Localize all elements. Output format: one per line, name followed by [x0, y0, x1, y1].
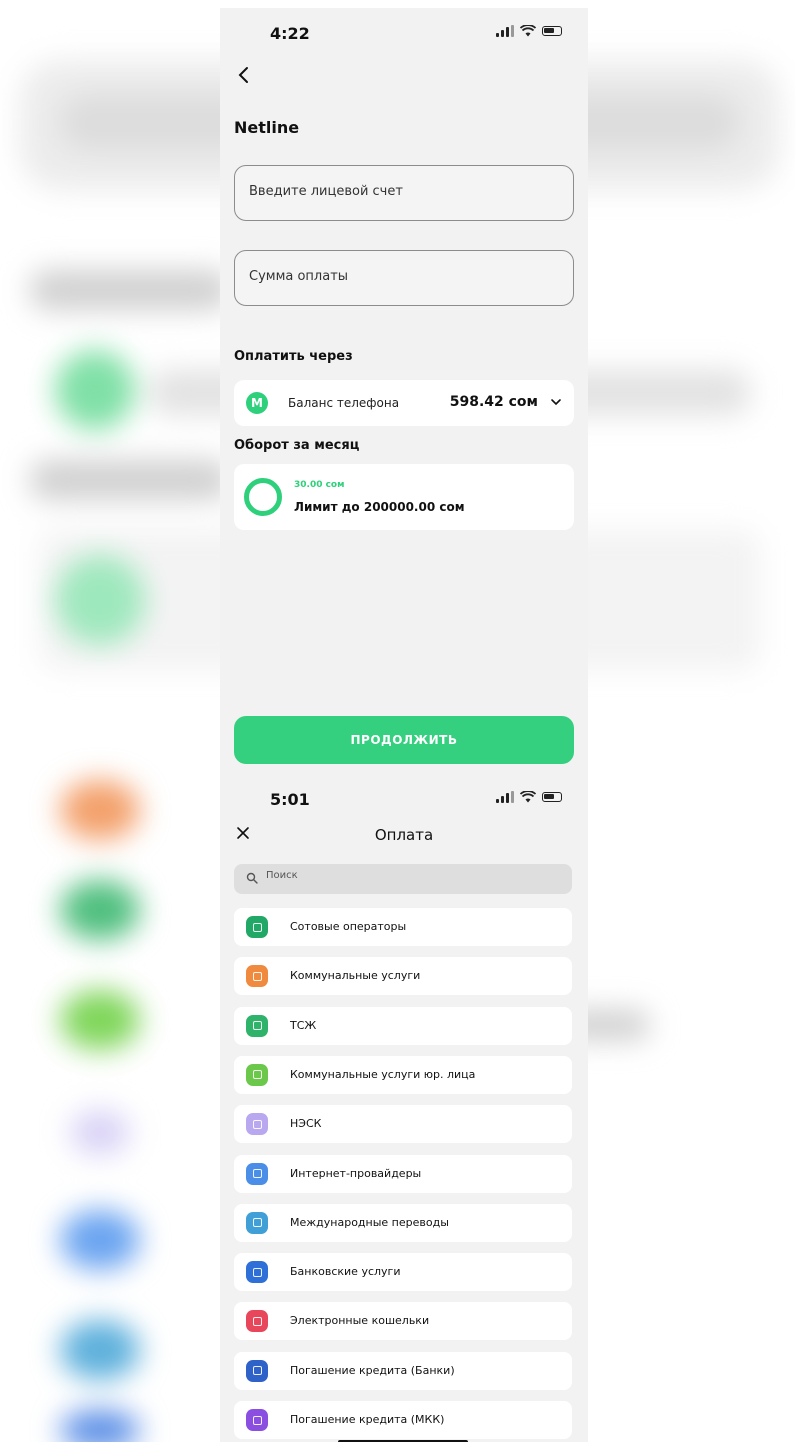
- category-label: Коммунальные услуги юр. лица: [290, 1067, 476, 1081]
- payment-source-selector[interactable]: M Баланс телефона 598.42 сом: [234, 380, 574, 426]
- office-icon: [246, 1063, 268, 1086]
- payment-source-balance: 598.42 сом: [449, 394, 538, 410]
- wifi-icon: [520, 25, 536, 37]
- category-item[interactable]: Коммунальные услуги юр. лица: [234, 1055, 572, 1094]
- status-bar: 5:01: [220, 778, 588, 822]
- turnover-label: Оборот за месяц: [234, 438, 360, 453]
- globe-icon: [246, 1211, 268, 1234]
- router-icon: [246, 1162, 268, 1185]
- building-icon: [246, 1014, 268, 1037]
- category-label: Сотовые операторы: [290, 920, 407, 933]
- back-arrow-icon[interactable]: [234, 64, 254, 86]
- provider-title: Netline: [234, 118, 300, 137]
- payment-categories-screen: 5:01 Оплата Сотовые операторы Коммунальны…: [220, 778, 588, 1442]
- category-item[interactable]: НЭСК: [234, 1105, 572, 1144]
- phone-icon: [246, 916, 268, 938]
- signal-icon: [496, 25, 514, 37]
- payment-amount-field[interactable]: [234, 250, 574, 306]
- search-input[interactable]: [266, 870, 556, 881]
- category-item[interactable]: ТСЖ: [234, 1006, 572, 1045]
- wifi-icon: [520, 791, 536, 803]
- category-item[interactable]: Погашение кредита (МКК): [234, 1401, 572, 1439]
- bank-icon: [246, 1261, 268, 1284]
- turnover-progress-ring: [244, 478, 282, 516]
- credit-icon: [246, 1359, 268, 1382]
- pay-via-label: Оплатить через: [234, 349, 353, 364]
- loan-icon: [246, 1409, 268, 1431]
- category-item[interactable]: Банковские услуги: [234, 1253, 572, 1292]
- category-item[interactable]: Электронные кошельки: [234, 1302, 572, 1341]
- category-item[interactable]: Коммунальные услуги: [234, 957, 572, 996]
- category-item[interactable]: Погашение кредита (Банки): [234, 1351, 572, 1390]
- battery-icon: [542, 792, 562, 802]
- category-label: ТСЖ: [290, 1018, 317, 1032]
- search-icon: [246, 872, 258, 884]
- category-label: Банковские услуги: [290, 1265, 401, 1279]
- status-bar: 4:22: [220, 8, 588, 52]
- turnover-limit: Лимит до 200000.00 сом: [294, 500, 465, 514]
- operator-logo-icon: M: [246, 392, 268, 414]
- payment-amount-input[interactable]: [249, 269, 549, 284]
- status-time: 5:01: [270, 790, 310, 809]
- search-bar[interactable]: [234, 864, 572, 894]
- battery-icon: [542, 26, 562, 36]
- category-label: Погашение кредита (Банки): [290, 1363, 455, 1377]
- category-item[interactable]: Сотовые операторы: [234, 908, 572, 946]
- category-label: Погашение кредита (МКК): [290, 1413, 445, 1426]
- signal-icon: [496, 791, 514, 803]
- monthly-turnover-card: 30.00 сом Лимит до 200000.00 сом: [234, 464, 574, 530]
- category-item[interactable]: Интернет-провайдеры: [234, 1154, 572, 1193]
- home-icon: [246, 965, 268, 988]
- continue-button[interactable]: ПРОДОЛЖИТЬ: [234, 716, 574, 764]
- turnover-used-amount: 30.00 сом: [294, 480, 345, 490]
- category-label: Электронные кошельки: [290, 1314, 430, 1328]
- status-time: 4:22: [270, 24, 310, 43]
- account-number-field[interactable]: [234, 165, 574, 221]
- category-label: Интернет-провайдеры: [290, 1166, 422, 1180]
- payment-form-screen: 4:22 Netline Оплатить через M Баланс тел…: [220, 8, 588, 778]
- category-item[interactable]: Международные переводы: [234, 1203, 572, 1242]
- category-label: НЭСК: [290, 1117, 322, 1131]
- page-title: Оплата: [374, 826, 434, 844]
- account-number-input[interactable]: [249, 184, 549, 199]
- wallet-icon: [246, 1310, 268, 1333]
- category-label: Коммунальные услуги: [290, 969, 421, 983]
- category-label: Международные переводы: [290, 1215, 449, 1229]
- power-icon: [246, 1113, 268, 1136]
- chevron-down-icon[interactable]: [550, 396, 562, 408]
- payment-source-name: Баланс телефона: [288, 396, 400, 410]
